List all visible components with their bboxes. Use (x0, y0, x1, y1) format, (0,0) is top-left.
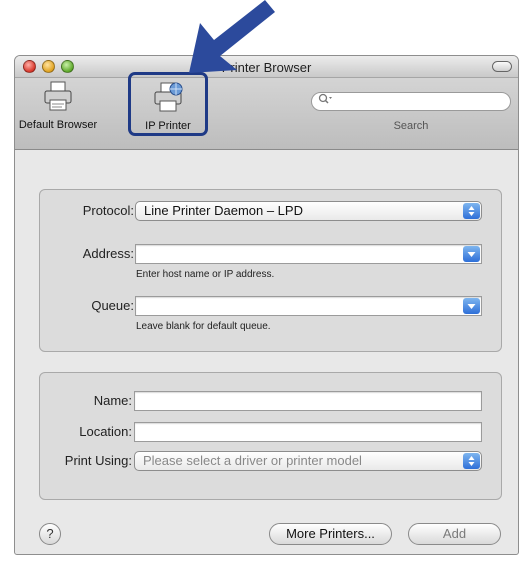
name-label: Name: (93, 393, 132, 408)
default-browser-tool[interactable]: Default Browser (15, 80, 109, 131)
print-using-value: Please select a driver or printer model (143, 453, 362, 468)
title-bar[interactable]: Printer Browser (15, 56, 518, 78)
ip-printer-label: IP Printer (145, 120, 191, 132)
printer-info-group: Name: Location: Print Using: Please sele… (39, 372, 502, 500)
name-field[interactable] (134, 391, 482, 411)
printer-icon (44, 81, 72, 111)
more-printers-button[interactable]: More Printers... (269, 523, 392, 545)
search-field[interactable] (311, 92, 511, 111)
print-using-label: Print Using: (64, 453, 132, 468)
queue-field[interactable] (135, 296, 482, 316)
toolbar: Default Browser IP Printer Search (15, 72, 518, 150)
toolbar-toggle-button[interactable] (492, 61, 512, 72)
address-label: Address: (82, 246, 134, 261)
protocol-popup[interactable]: Line Printer Daemon – LPD (135, 201, 482, 221)
address-field[interactable] (135, 244, 482, 264)
protocol-value: Line Printer Daemon – LPD (144, 203, 303, 218)
search-label: Search (393, 120, 429, 132)
print-using-popup[interactable]: Please select a driver or printer model (134, 451, 482, 471)
printer-browser-window: Printer Browser Default Browser IP Print… (14, 55, 519, 555)
queue-hint: Leave blank for default queue. (136, 321, 271, 332)
location-label: Location: (79, 424, 132, 439)
window-title: Printer Browser (221, 60, 312, 75)
dropdown-arrow-icon[interactable] (463, 298, 480, 314)
protocol-label: Protocol: (82, 203, 134, 218)
queue-label: Queue: (91, 298, 134, 313)
popup-arrows-icon (463, 203, 480, 219)
location-field[interactable] (134, 422, 482, 442)
add-button[interactable]: Add (408, 523, 501, 545)
magnifier-icon (318, 93, 332, 104)
ip-printer-tool[interactable]: IP Printer (128, 72, 208, 136)
connection-settings-group: Protocol: Line Printer Daemon – LPD Addr… (39, 189, 502, 352)
default-browser-label: Default Browser (18, 119, 98, 131)
address-hint: Enter host name or IP address. (136, 269, 275, 280)
help-button[interactable]: ? (39, 523, 61, 545)
dropdown-arrow-icon[interactable] (463, 246, 480, 262)
network-printer-icon (154, 82, 183, 112)
popup-arrows-icon (463, 453, 480, 469)
